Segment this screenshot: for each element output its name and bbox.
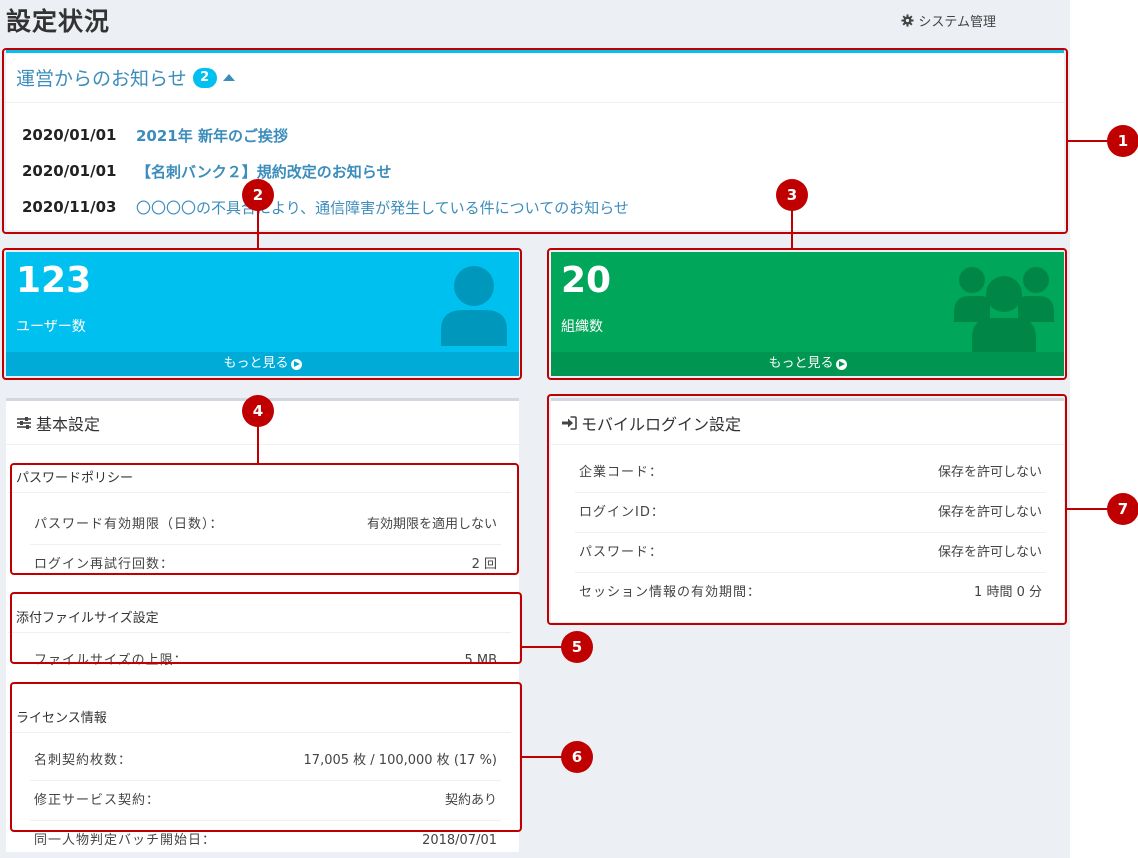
notice-count-badge: 2 — [192, 67, 217, 88]
more-label: もっと見る — [768, 356, 834, 371]
kv-value: 2018/07/01 — [422, 833, 497, 848]
kv-label: 企業コード： — [579, 465, 664, 480]
kv-label: ログインID： — [579, 505, 665, 520]
gear-icon — [901, 14, 914, 27]
panel-header: モバイルログイン設定 — [551, 401, 1064, 445]
kv-value: 保存を許可しない — [937, 545, 1042, 560]
list-item: 2020/11/03 〇〇〇〇の不具合により、通信障害が発生している件についての… — [22, 189, 1064, 225]
kv-value: 1 時間 0 分 — [974, 585, 1042, 600]
annotation-line-3 — [791, 210, 793, 248]
orgs-count: 20 — [561, 260, 612, 301]
kv-row: 企業コード： 保存を許可しない — [575, 453, 1046, 493]
list-item: 2020/01/01 2021年 新年のご挨拶 — [22, 117, 1064, 153]
kv-row: 修正サービス契約： 契約あり — [30, 781, 501, 821]
kv-row: 同一人物判定バッチ開始日： 2018/07/01 — [30, 821, 501, 858]
notice-link[interactable]: 2021年 新年のご挨拶 — [136, 125, 288, 146]
kv-value: 契約あり — [444, 793, 497, 808]
system-admin-label: システム管理 — [918, 15, 996, 30]
annotation-number-7: 7 — [1107, 493, 1138, 525]
kv-row: ログイン再試行回数： 2 回 — [30, 545, 501, 585]
caret-up-icon[interactable] — [222, 74, 235, 81]
arrow-circle-right-icon — [835, 358, 847, 370]
orgs-stat-box: 20 組織数 もっと見る — [551, 252, 1064, 376]
arrow-circle-right-icon — [290, 358, 302, 370]
kv-row: パスワード有効期限（日数）： 有効期限を適用しない — [30, 505, 501, 545]
users-more-link[interactable]: もっと見る — [6, 352, 519, 376]
panel-title: 基本設定 — [36, 414, 101, 434]
users-label: ユーザー数 — [16, 319, 86, 335]
kv-row: パスワード： 保存を許可しない — [575, 533, 1046, 573]
section-title: ライセンス情報 — [8, 705, 511, 733]
notice-box: 運営からのお知らせ 2 2020/01/01 2021年 新年のご挨拶 2020… — [6, 50, 1064, 230]
annotation-number-4: 4 — [242, 395, 274, 427]
kv-label: パスワード： — [579, 545, 664, 560]
kv-value: 17,005 枚 / 100,000 枚 (17 %) — [303, 753, 497, 768]
list-item: 2020/01/01 【名刺バンク２】規約改定のお知らせ — [22, 153, 1064, 189]
users-stat-box: 123 ユーザー数 もっと見る — [6, 252, 519, 376]
orgs-more-link[interactable]: もっと見る — [551, 352, 1064, 376]
annotation-line-7 — [1067, 508, 1108, 510]
kv-label: 名刺契約枚数： — [34, 753, 133, 768]
system-admin-link[interactable]: システム管理 — [901, 11, 996, 30]
notice-link[interactable]: 【名刺バンク２】規約改定のお知らせ — [136, 161, 391, 182]
panel-title: モバイルログイン設定 — [581, 414, 742, 434]
kv-row: ファイルサイズの上限： 5 MB — [30, 641, 501, 681]
page-title: 設定状況 — [6, 7, 111, 36]
annotation-number-3: 3 — [776, 179, 808, 211]
kv-value: 2 回 — [471, 557, 497, 572]
notice-date: 2020/11/03 — [22, 198, 117, 216]
sliders-icon — [17, 416, 31, 429]
annotation-line-4 — [257, 426, 259, 464]
basic-settings-panel: 基本設定 パスワードポリシー パスワード有効期限（日数）： 有効期限を適用しない … — [6, 398, 519, 852]
kv-value: 有効期限を適用しない — [366, 517, 497, 532]
notice-link[interactable]: 〇〇〇〇の不具合により、通信障害が発生している件についてのお知らせ — [136, 197, 629, 218]
mobile-login-panel: モバイルログイン設定 企業コード： 保存を許可しない ログインID： 保存を許可しな… — [551, 398, 1064, 622]
content-area: 設定状況 システム管理 運営からのお知らせ 2 2020/01/01 2021年… — [0, 0, 1070, 858]
annotation-number-6: 6 — [561, 741, 593, 773]
kv-label: セッション情報の有効期間： — [579, 585, 762, 600]
kv-row: 名刺契約枚数： 17,005 枚 / 100,000 枚 (17 %) — [30, 741, 501, 781]
password-policy-section: パスワードポリシー パスワード有効期限（日数）： 有効期限を適用しない ログイン再… — [6, 465, 519, 585]
notice-list: 2020/01/01 2021年 新年のご挨拶 2020/01/01 【名刺バン… — [6, 103, 1064, 225]
section-title: 添付ファイルサイズ設定 — [8, 605, 511, 633]
users-count: 123 — [16, 260, 92, 301]
kv-row: ログインID： 保存を許可しない — [575, 493, 1046, 533]
kv-label: 修正サービス契約： — [34, 793, 161, 808]
file-size-section: 添付ファイルサイズ設定 ファイルサイズの上限： 5 MB — [6, 605, 519, 681]
users-group-icon — [954, 267, 1054, 354]
kv-label: パスワード有効期限（日数）： — [34, 517, 224, 532]
kv-value: 保存を許可しない — [937, 505, 1042, 520]
notice-date: 2020/01/01 — [22, 162, 117, 180]
orgs-label: 組織数 — [561, 319, 603, 335]
notice-date: 2020/01/01 — [22, 126, 117, 144]
annotation-number-5: 5 — [561, 631, 593, 663]
kv-label: ファイルサイズの上限： — [34, 653, 188, 668]
kv-label: 同一人物判定バッチ開始日： — [34, 833, 217, 848]
notice-header[interactable]: 運営からのお知らせ 2 — [6, 53, 1064, 103]
more-label: もっと見る — [223, 356, 289, 371]
kv-value: 5 MB — [464, 653, 497, 668]
annotation-line-2 — [257, 210, 259, 248]
notice-title: 運営からのお知らせ — [16, 68, 187, 90]
kv-value: 保存を許可しない — [937, 465, 1042, 480]
kv-label: ログイン再試行回数： — [34, 557, 175, 572]
mobile-login-rows: 企業コード： 保存を許可しない ログインID： 保存を許可しない パスワード： 保存を… — [551, 445, 1064, 613]
license-section: ライセンス情報 名刺契約枚数： 17,005 枚 / 100,000 枚 (17 … — [6, 705, 519, 858]
annotation-line-1 — [1068, 140, 1108, 142]
kv-row: セッション情報の有効期間： 1 時間 0 分 — [575, 573, 1046, 613]
annotation-number-1: 1 — [1107, 125, 1138, 157]
user-icon — [441, 266, 507, 346]
sign-in-icon — [562, 415, 577, 430]
section-title: パスワードポリシー — [8, 465, 511, 493]
annotation-number-2: 2 — [242, 179, 274, 211]
annotation-line-6 — [522, 756, 562, 758]
annotation-line-5 — [522, 646, 562, 648]
